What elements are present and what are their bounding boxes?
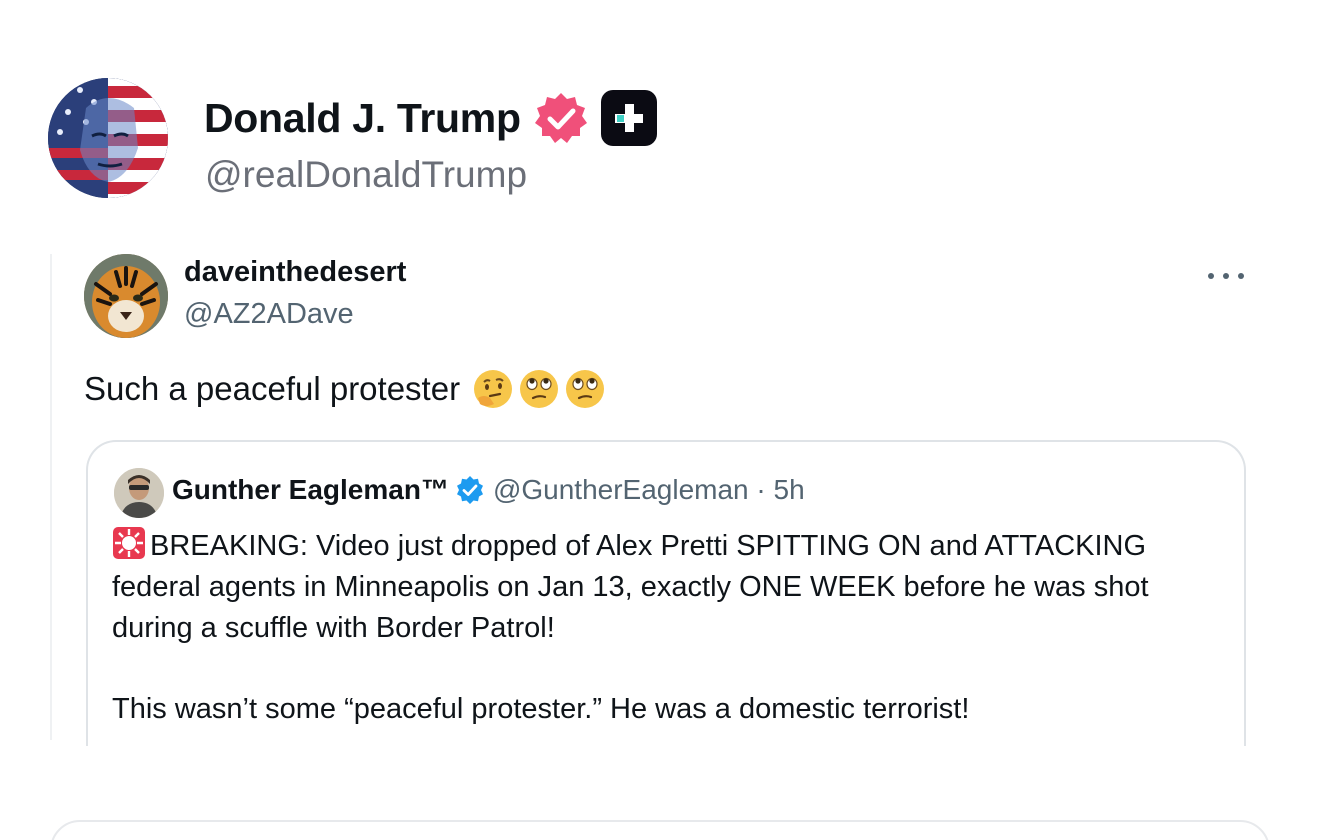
quote-author-name[interactable]: Gunther Eagleman™ <box>172 474 449 506</box>
author-name-row: Donald J. Trump <box>204 90 657 146</box>
quote-paragraph: BREAKING: Video just dropped of Alex Pre… <box>112 526 1232 649</box>
quote-text-1: BREAKING: Video just dropped of Alex Pre… <box>112 530 1149 644</box>
more-options-icon[interactable] <box>1204 262 1248 290</box>
author-avatar[interactable] <box>48 78 168 198</box>
quote-body: BREAKING: Video just dropped of Alex Pre… <box>112 526 1232 730</box>
verified-badge-icon[interactable] <box>533 90 589 146</box>
embed-author-handle[interactable]: @AZ2ADave <box>184 298 354 331</box>
embed-author-name[interactable]: daveinthedesert <box>184 256 406 289</box>
eye-roll-emoji <box>564 368 606 410</box>
siren-emoji <box>112 526 146 560</box>
eye-roll-emoji <box>518 368 560 410</box>
quoted-tweet-card[interactable]: Gunther Eagleman™ @GuntherEagleman · 5h … <box>86 440 1246 760</box>
blue-verified-icon <box>455 475 485 505</box>
thinking-face-emoji <box>472 368 514 410</box>
plus-badge-icon[interactable] <box>600 90 657 146</box>
quote-author-handle[interactable]: @GuntherEagleman · 5h <box>493 474 805 506</box>
author-handle[interactable]: @realDonaldTrump <box>205 154 527 196</box>
embed-post-text: Such a peaceful protester <box>84 368 606 410</box>
embed-text-content: Such a peaceful protester <box>84 370 461 407</box>
more-dot <box>1223 273 1229 279</box>
emoji-row <box>472 368 606 410</box>
more-dot <box>1208 273 1214 279</box>
more-dot <box>1238 273 1244 279</box>
author-name[interactable]: Donald J. Trump <box>204 95 521 142</box>
embed-divider <box>50 254 52 740</box>
quote-header: Gunther Eagleman™ @GuntherEagleman · 5h <box>172 474 805 506</box>
quote-author-avatar[interactable] <box>114 468 164 518</box>
quote-text-2: This wasn’t some “peaceful protester.” H… <box>112 693 970 725</box>
next-card-edge <box>50 820 1270 840</box>
tiger-avatar[interactable] <box>84 254 168 338</box>
